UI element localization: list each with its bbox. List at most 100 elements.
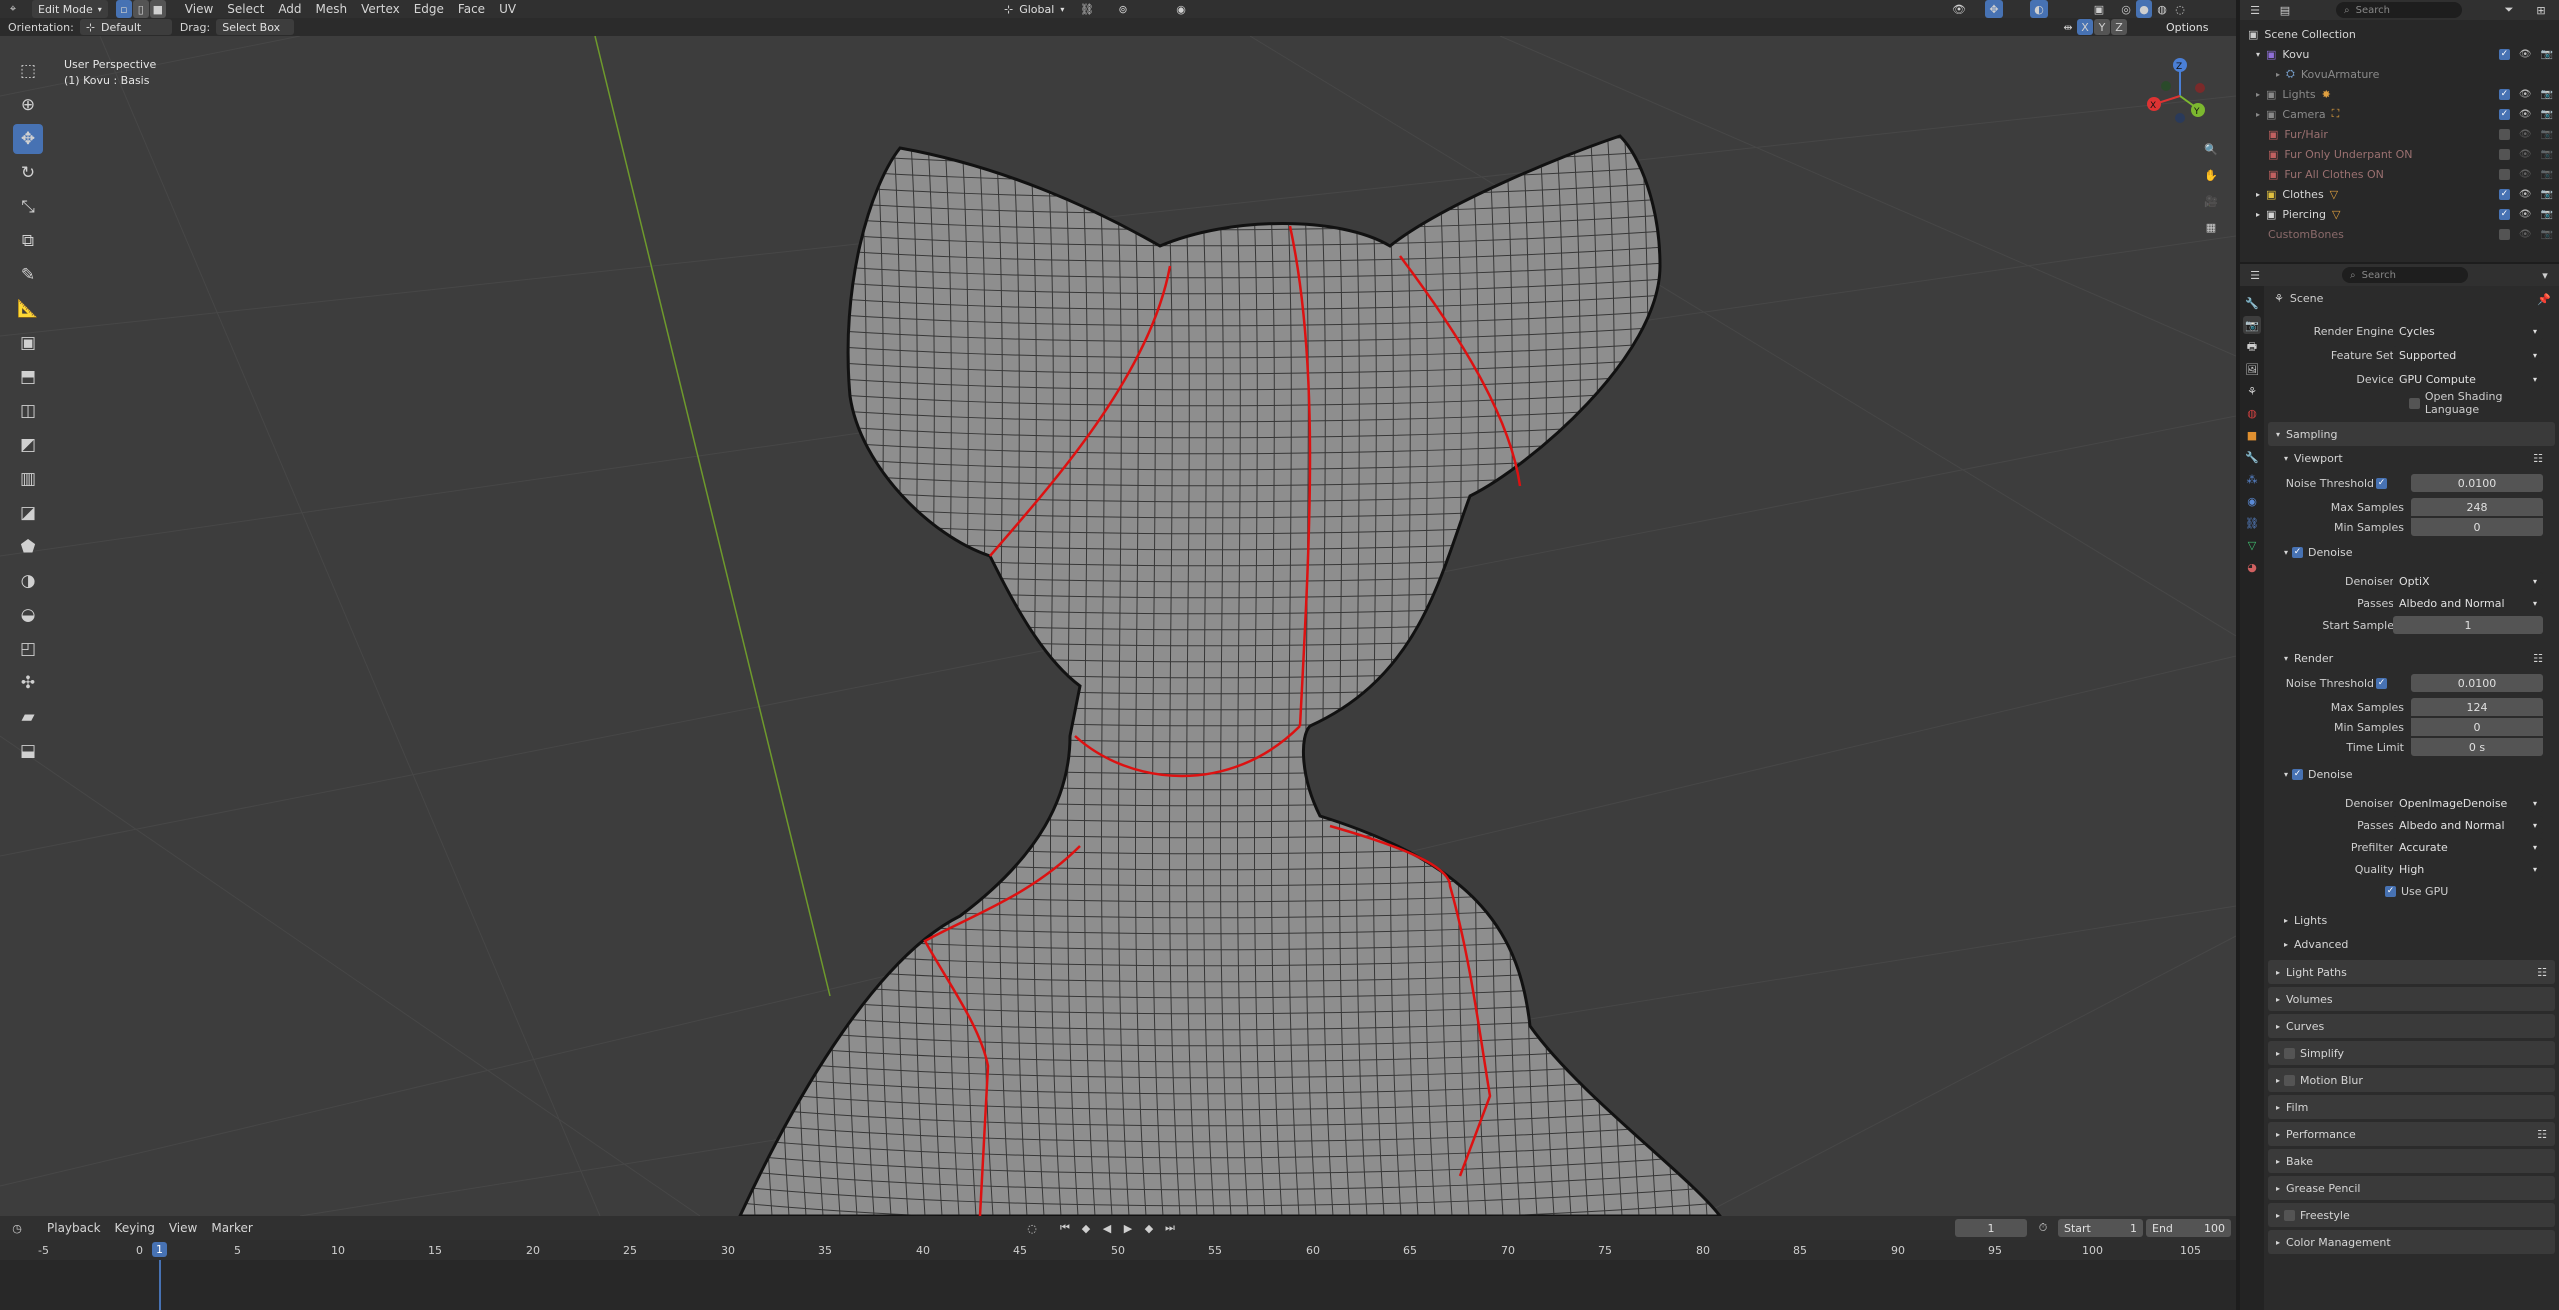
- menu-keying[interactable]: Keying: [108, 1221, 162, 1235]
- measure-tool-icon[interactable]: 📐: [13, 294, 43, 324]
- panel-light-paths[interactable]: ▸ Light Paths ☷: [2268, 960, 2555, 984]
- pan-hand-icon[interactable]: ✋: [2202, 166, 2220, 184]
- camera-icon[interactable]: 📷: [2541, 49, 2553, 60]
- advanced-subpanel-header[interactable]: ▸ Advanced: [2284, 934, 2543, 954]
- use-gpu-checkbox[interactable]: ✓: [2385, 885, 2396, 897]
- proportional-edit-icon[interactable]: ◉: [1172, 0, 1190, 18]
- overlays-icon[interactable]: ◐: [2030, 0, 2048, 18]
- r-quality-dropdown[interactable]: High ▾: [2393, 860, 2543, 878]
- r-denoiser-dropdown[interactable]: OpenImageDenoise ▾: [2393, 794, 2543, 812]
- drag-dropdown[interactable]: Select Box: [216, 19, 295, 35]
- gizmo-toggle-icon[interactable]: ✥: [1985, 0, 2003, 18]
- select-box-tool-icon[interactable]: ⬚: [13, 56, 43, 86]
- eye-icon[interactable]: 👁: [2519, 189, 2532, 200]
- add-cube-tool-icon[interactable]: ▣: [13, 328, 43, 358]
- current-frame-field[interactable]: 1: [1955, 1219, 2027, 1237]
- vp-start-sample-field[interactable]: 1: [2393, 616, 2543, 634]
- prev-keyframe-icon[interactable]: ◆: [1077, 1219, 1095, 1237]
- outliner-item-furhair[interactable]: ▣ Fur/Hair 👁 📷: [2240, 124, 2559, 144]
- r-noise-checkbox[interactable]: ✓: [2376, 677, 2387, 689]
- vp-min-samples-field[interactable]: 0: [2411, 518, 2543, 536]
- camera-icon[interactable]: 📷: [2541, 129, 2553, 140]
- menu-edge[interactable]: Edge: [407, 2, 451, 16]
- scale-tool-icon[interactable]: ⤡: [13, 192, 43, 222]
- device-dropdown[interactable]: GPU Compute ▾: [2393, 370, 2543, 388]
- solid-shading-icon[interactable]: ●: [2136, 0, 2152, 18]
- menu-select[interactable]: Select: [220, 2, 271, 16]
- feature-set-dropdown[interactable]: Supported ▾: [2393, 346, 2543, 364]
- outliner-item-fur-underpant[interactable]: ▣ Fur Only Underpant ON 👁 📷: [2240, 144, 2559, 164]
- exclude-checkbox[interactable]: [2498, 168, 2510, 180]
- vp-denoise-header[interactable]: ▾ ✓ Denoise: [2284, 542, 2543, 562]
- wireframe-shading-icon[interactable]: ◎: [2118, 0, 2134, 18]
- r-noise-field[interactable]: 0.0100: [2411, 674, 2543, 692]
- motion-blur-checkbox[interactable]: [2284, 1074, 2296, 1086]
- knife-tool-icon[interactable]: ◪: [13, 498, 43, 528]
- list-icon[interactable]: ☷: [2533, 452, 2543, 465]
- r-passes-dropdown[interactable]: Albedo and Normal ▾: [2393, 816, 2543, 834]
- list-icon[interactable]: ☷: [2537, 1128, 2547, 1141]
- camera-icon[interactable]: 📷: [2541, 89, 2553, 100]
- r-time-limit-field[interactable]: 0 s: [2411, 738, 2543, 756]
- exclude-checkbox[interactable]: ✓: [2498, 188, 2510, 200]
- render-tab-icon[interactable]: 📷: [2243, 316, 2261, 334]
- panel-freestyle[interactable]: ▸ Freestyle: [2268, 1203, 2555, 1227]
- viewport-subpanel-header[interactable]: ▾ Viewport ☷: [2284, 448, 2543, 468]
- visibility-icon[interactable]: 👁: [1950, 0, 1968, 18]
- vp-denoise-checkbox[interactable]: ✓: [2292, 546, 2304, 558]
- edge-select-icon[interactable]: ▯: [132, 0, 149, 18]
- next-keyframe-icon[interactable]: ◆: [1140, 1219, 1158, 1237]
- timeline-editor-icon[interactable]: ◷: [8, 1219, 26, 1237]
- navigation-gizmo[interactable]: Z X Y: [2140, 56, 2220, 136]
- 3d-viewport[interactable]: User Perspective (1) Kovu : Basis ⬚ ⊕ ✥ …: [0, 36, 2236, 1216]
- bevel-tool-icon[interactable]: ◩: [13, 430, 43, 460]
- menu-marker[interactable]: Marker: [204, 1221, 259, 1235]
- menu-timeline-view[interactable]: View: [162, 1221, 204, 1235]
- simplify-checkbox[interactable]: [2284, 1047, 2296, 1059]
- outliner-item-camera[interactable]: ▸ ▣ Camera ⛶ ✓ 👁 📷: [2240, 104, 2559, 124]
- face-select-icon[interactable]: ■: [149, 0, 166, 18]
- r-denoise-header[interactable]: ▾ ✓ Denoise: [2284, 764, 2543, 784]
- axis-z-toggle[interactable]: Z: [2111, 19, 2127, 35]
- eye-icon[interactable]: 👁: [2519, 169, 2532, 180]
- outliner-item-kovu[interactable]: ▾ ▣ Kovu ✓ 👁 📷: [2240, 44, 2559, 64]
- snap-icon[interactable]: ⊚: [1114, 0, 1132, 18]
- timeline-area[interactable]: -5 0 1 5 10 15 20 25 30 35 40 45 50 55 6…: [0, 1240, 2236, 1310]
- scene-collection-row[interactable]: ▣ Scene Collection: [2240, 24, 2559, 44]
- r-prefilter-dropdown[interactable]: Accurate ▾: [2393, 838, 2543, 856]
- r-denoise-checkbox[interactable]: ✓: [2292, 768, 2304, 780]
- material-shading-icon[interactable]: ◍: [2154, 0, 2170, 18]
- panel-grease-pencil[interactable]: ▸ Grease Pencil: [2268, 1176, 2555, 1200]
- pin-icon[interactable]: 📌: [2535, 290, 2553, 308]
- vp-max-samples-field[interactable]: 248: [2411, 498, 2543, 516]
- playhead-frame[interactable]: 1: [152, 1242, 167, 1257]
- panel-motion-blur[interactable]: ▸ Motion Blur: [2268, 1068, 2555, 1092]
- jump-end-icon[interactable]: ⏭: [1161, 1219, 1179, 1237]
- menu-mesh[interactable]: Mesh: [309, 2, 355, 16]
- new-collection-icon[interactable]: ⊞: [2532, 1, 2550, 19]
- play-reverse-icon[interactable]: ◀: [1098, 1219, 1116, 1237]
- camera-icon[interactable]: 📷: [2541, 149, 2553, 160]
- eye-icon[interactable]: 👁: [2519, 49, 2532, 60]
- menu-view[interactable]: View: [178, 2, 220, 16]
- eye-icon[interactable]: 👁: [2519, 209, 2532, 220]
- panel-film[interactable]: ▸ Film: [2268, 1095, 2555, 1119]
- material-tab-icon[interactable]: ◕: [2243, 558, 2261, 576]
- display-mode-icon[interactable]: ▤: [2276, 1, 2294, 19]
- perspective-grid-icon[interactable]: ▦: [2202, 218, 2220, 236]
- spin-tool-icon[interactable]: ◑: [13, 566, 43, 596]
- transform-orientation-dropdown[interactable]: ⊹ Global ▾: [998, 0, 1070, 18]
- zoom-icon[interactable]: 🔍: [2202, 140, 2220, 158]
- inset-tool-icon[interactable]: ◫: [13, 396, 43, 426]
- object-tab-icon[interactable]: ■: [2243, 426, 2261, 444]
- editor-type-icon[interactable]: ⌖: [4, 0, 22, 18]
- menu-vertex[interactable]: Vertex: [354, 2, 407, 16]
- panel-color-management[interactable]: ▸ Color Management: [2268, 1230, 2555, 1254]
- menu-add[interactable]: Add: [271, 2, 308, 16]
- vp-noise-field[interactable]: 0.0100: [2411, 474, 2543, 492]
- shrink-fatten-tool-icon[interactable]: ✣: [13, 668, 43, 698]
- sampling-panel-header[interactable]: ▾ Sampling: [2268, 422, 2555, 446]
- outliner-item-clothes[interactable]: ▸ ▣ Clothes ▽ ✓ 👁 📷: [2240, 184, 2559, 204]
- loop-cut-tool-icon[interactable]: ▥: [13, 464, 43, 494]
- transform-tool-icon[interactable]: ⧉: [13, 226, 43, 256]
